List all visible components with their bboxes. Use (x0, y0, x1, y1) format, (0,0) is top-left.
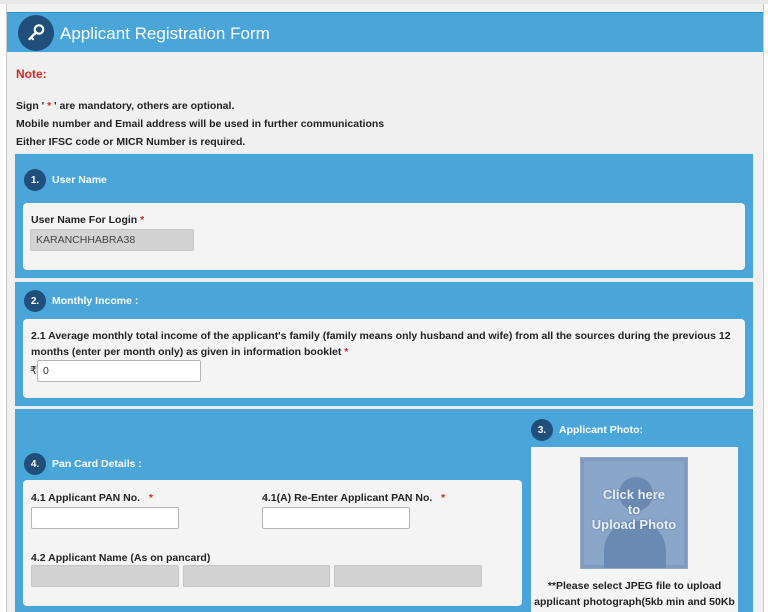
section-header-photo: 3. Applicant Photo: (531, 419, 643, 441)
photo-placeholder: Click here to Upload Photo (584, 461, 684, 568)
label-text: 4.1(A) Re-Enter Applicant PAN No. (262, 492, 433, 504)
note-line-ifsc: Either IFSC code or MICR Number is requi… (16, 136, 246, 148)
photo-hint: **Please select JPEG file to upload appl… (531, 578, 738, 610)
upload-photo-button[interactable]: Click here to Upload Photo (580, 457, 688, 569)
required-star: * (148, 492, 153, 504)
repan-label: 4.1(A) Re-Enter Applicant PAN No. * (262, 492, 445, 504)
note-line-contact: Mobile number and Email address will be … (16, 118, 385, 130)
header-badge (18, 15, 54, 51)
income-question: 2.1 Average monthly total income of the … (31, 328, 739, 360)
required-star: * (441, 492, 446, 504)
rupee-symbol: ₹ (30, 365, 37, 377)
upload-photo-label: Click here to Upload Photo (584, 487, 684, 532)
section-number-badge: 1. (24, 169, 46, 191)
required-star: * (344, 346, 349, 358)
reenter-pan-input[interactable] (262, 507, 410, 529)
username-label: User Name For Login * (31, 214, 144, 226)
section-number-badge: 2. (24, 290, 46, 312)
upload-text-line: Click here (602, 487, 666, 502)
registration-form: Applicant Registration Form Note: Sign '… (6, 4, 764, 612)
key-icon (28, 24, 45, 41)
pan-number-input[interactable] (31, 507, 179, 529)
monthly-income-input[interactable]: 0 (37, 360, 201, 382)
section-title: Applicant Photo: (559, 424, 643, 436)
section-header-pan: 4. Pan Card Details : (24, 453, 142, 475)
required-star: * (140, 214, 145, 226)
section-number-badge: 4. (24, 453, 46, 475)
form-header: Applicant Registration Form (7, 12, 763, 52)
section-header: 2. Monthly Income : (24, 290, 138, 312)
section-user-name: 1. User Name User Name For Login * KARAN… (15, 154, 753, 278)
upload-text-line: Upload Photo (591, 517, 677, 532)
monthly-income-panel: 2.1 Average monthly total income of the … (23, 319, 745, 398)
note-title: Note: (16, 67, 47, 81)
pan-card-panel: 4.1 Applicant PAN No. * 4.1(A) Re-Enter … (23, 480, 522, 606)
label-text: 4.1 Applicant PAN No. (31, 492, 141, 504)
section-title: User Name (52, 174, 107, 186)
page-title: Applicant Registration Form (60, 24, 270, 43)
section-header: 1. User Name (24, 169, 107, 191)
note-text: Sign ' (16, 100, 45, 112)
note-line-mandatory: Sign ' * ' are mandatory, others are opt… (16, 97, 756, 115)
photo-hint-line: **Please select JPEG file to upload (547, 580, 722, 592)
middle-name-input[interactable] (183, 565, 330, 587)
note-block: Note: Sign ' * ' are mandatory, others a… (16, 67, 756, 151)
applicant-name-label: 4.2 Applicant Name (As on pancard) (31, 552, 211, 564)
first-name-input[interactable] (31, 565, 179, 587)
required-star: * (44, 100, 55, 112)
label-text: User Name For Login (31, 214, 138, 226)
photo-hint-line: applicant photograph(5kb min and 50Kb (534, 596, 735, 608)
photo-panel: Click here to Upload Photo **Please sele… (531, 447, 738, 612)
note-text: ' are mandatory, others are optional. (54, 100, 235, 112)
section-title: Monthly Income : (52, 295, 139, 307)
last-name-input[interactable] (334, 565, 482, 587)
user-name-panel: User Name For Login * KARANCHHABRA38 (23, 203, 745, 270)
section-pan-and-photo: 4. Pan Card Details : 4.1 Applicant PAN … (15, 409, 753, 612)
upload-text-line: to (627, 502, 641, 517)
section-monthly-income: 2. Monthly Income : 2.1 Average monthly … (15, 282, 753, 406)
pan-label: 4.1 Applicant PAN No. * (31, 492, 153, 504)
section-number-badge: 3. (531, 419, 553, 441)
username-input[interactable]: KARANCHHABRA38 (30, 229, 194, 251)
question-text: 2.1 Average monthly total income of the … (31, 330, 731, 358)
section-title: Pan Card Details : (52, 458, 142, 470)
